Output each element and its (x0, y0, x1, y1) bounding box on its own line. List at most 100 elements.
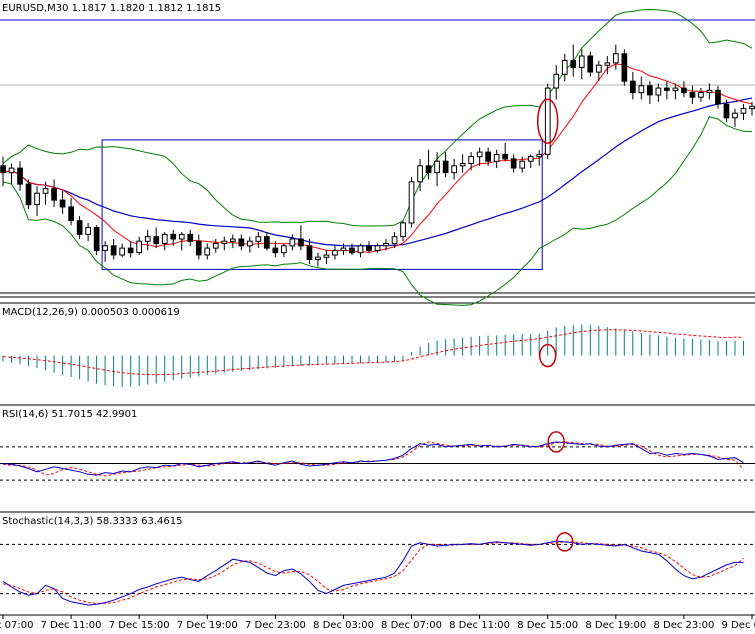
candle-body (42, 188, 49, 194)
candle-body (153, 236, 160, 245)
x-tick-label: 7 Dec 23:00 (245, 620, 306, 631)
candle-body (400, 222, 406, 238)
candle-body (715, 89, 721, 105)
candle-body (596, 64, 602, 73)
candle-body (459, 163, 466, 167)
candle-body (502, 153, 508, 160)
candle-body (272, 247, 279, 254)
candle-body (170, 233, 177, 240)
candle-body (689, 92, 696, 98)
candle-body (340, 247, 347, 251)
candle-body (238, 238, 245, 247)
candle-body (195, 240, 202, 256)
candle-body (638, 85, 645, 94)
rsi-panel-title: RSI(14,6) 51.7015 42.9901 (2, 409, 137, 420)
candle-body (366, 245, 372, 251)
chart-root: 7 Dec 07:00 7 Dec 11:00 7 Dec 15:00 7 Dec 1… (0, 0, 755, 634)
candle-body (383, 243, 389, 247)
candle-body (34, 192, 40, 206)
candle-body (315, 256, 321, 261)
x-tick-label: 8 Dec 03:00 (313, 620, 374, 631)
candle-body (647, 85, 653, 96)
candle-body (655, 87, 662, 96)
candle-body (442, 160, 449, 174)
candle-body (723, 103, 730, 119)
candle-body (553, 73, 560, 89)
candle-body (544, 87, 551, 155)
candle-body (102, 245, 109, 251)
candle-body (281, 245, 287, 254)
stochastic-panel-title: Stochastic(14,3,3) 58.3333 63.4615 (2, 516, 182, 527)
candle-body (323, 254, 330, 258)
x-tick-label: 8 Dec 07:00 (381, 620, 442, 631)
candle-body (374, 245, 381, 251)
candle-body (630, 80, 636, 94)
candle-body (136, 240, 143, 254)
x-tick-label: 8 Dec 19:00 (585, 620, 646, 631)
candle-body (298, 238, 304, 247)
candle-body (485, 151, 491, 162)
x-tick-label: 8 Dec 11:00 (449, 620, 510, 631)
candle-body (578, 55, 585, 68)
candle-body (357, 245, 364, 254)
x-tick-label: 7 Dec 15:00 (109, 620, 170, 631)
candle-body (417, 165, 423, 183)
candle-body (306, 245, 313, 261)
candle-body (187, 233, 194, 242)
x-tick-label: 7 Dec 07:00 (0, 620, 33, 631)
x-tick-label: 8 Dec 23:00 (653, 620, 714, 631)
candle-body (527, 156, 534, 162)
candle-body (127, 247, 134, 254)
candle-body (604, 62, 611, 66)
candle-body (25, 183, 32, 206)
candle-body (519, 160, 526, 169)
candle-body (178, 233, 185, 240)
candle-body (17, 167, 23, 185)
candle-body (85, 227, 92, 235)
candle-body (587, 55, 594, 73)
candle-body (391, 236, 398, 245)
candle-body (706, 89, 713, 94)
x-tick-label: 9 Dec 03:00 (722, 620, 755, 631)
candle-body (8, 167, 15, 174)
candle-body (698, 92, 704, 98)
x-tick-label: 7 Dec 19:00 (177, 620, 238, 631)
x-tick-label: 8 Dec 15:00 (517, 620, 578, 631)
candle-body (493, 153, 500, 162)
candle-body (51, 188, 57, 201)
candle-body (732, 112, 738, 119)
x-tick-label: 7 Dec 11:00 (41, 620, 102, 631)
candle-body (255, 236, 262, 242)
candle-body (144, 236, 151, 242)
candle-body (476, 151, 483, 158)
candle-body (561, 60, 568, 75)
candle-body (119, 247, 126, 256)
candle-body (510, 158, 517, 169)
candle-body (749, 105, 755, 110)
candle-body (221, 240, 228, 244)
price-panel-title: EURUSD,M30 1.1817 1.1820 1.1812 1.1815 (2, 3, 221, 14)
candle-body (212, 243, 219, 249)
candle-body (93, 227, 100, 251)
candle-body (230, 238, 236, 242)
candle-body (349, 247, 355, 254)
candle-body (408, 181, 415, 224)
candle-body (425, 165, 432, 174)
candle-body (332, 249, 338, 256)
candle-body (681, 87, 687, 94)
candle-body (247, 240, 253, 247)
candle-body (68, 206, 75, 222)
candle-body (289, 238, 296, 247)
candle-body (264, 236, 270, 249)
candle-body (451, 165, 457, 174)
candle-body (434, 160, 440, 174)
candle-body (0, 165, 6, 174)
candle-body (672, 87, 679, 91)
candle-body (613, 53, 619, 64)
candle-body (536, 153, 543, 158)
candle-body (204, 247, 211, 256)
candle-body (621, 53, 628, 82)
candle-body (740, 108, 747, 114)
macd-panel-title: MACD(12,26,9) 0.000503 0.000619 (2, 307, 180, 318)
candle-body (110, 245, 117, 256)
